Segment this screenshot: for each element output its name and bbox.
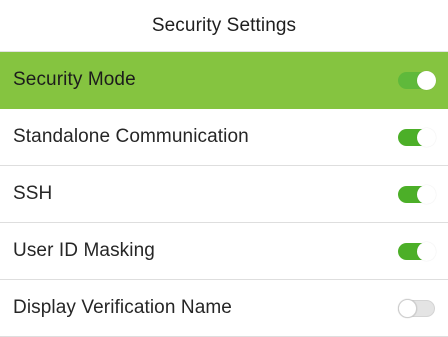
toggle-display-verification-name[interactable] (398, 298, 435, 318)
setting-label-display-verification-name: Display Verification Name (13, 297, 232, 318)
setting-label-user-id-masking: User ID Masking (13, 240, 155, 261)
toggle-knob (417, 127, 436, 147)
setting-label-security-mode: Security Mode (13, 69, 136, 90)
toggle-user-id-masking[interactable] (398, 241, 436, 261)
setting-label-standalone-communication: Standalone Communication (13, 126, 249, 147)
settings-list: Security Mode Standalone Communication S… (0, 52, 448, 337)
security-settings-screen: Security Settings Security Mode Standalo… (0, 0, 448, 337)
setting-row-standalone-communication[interactable]: Standalone Communication (0, 109, 448, 166)
setting-row-user-id-masking[interactable]: User ID Masking (0, 223, 448, 280)
setting-label-ssh: SSH (13, 183, 53, 204)
page-title: Security Settings (151, 14, 297, 36)
toggle-standalone-communication[interactable] (398, 127, 436, 147)
header-bar: Security Settings (0, 0, 448, 52)
setting-row-display-verification-name[interactable]: Display Verification Name (0, 280, 448, 337)
setting-row-ssh[interactable]: SSH (0, 166, 448, 223)
toggle-security-mode[interactable] (398, 70, 436, 90)
toggle-knob (417, 241, 436, 261)
toggle-knob (398, 298, 417, 318)
toggle-knob (417, 70, 436, 90)
setting-row-security-mode[interactable]: Security Mode (0, 52, 448, 109)
toggle-ssh[interactable] (398, 184, 436, 204)
toggle-knob (417, 184, 436, 204)
